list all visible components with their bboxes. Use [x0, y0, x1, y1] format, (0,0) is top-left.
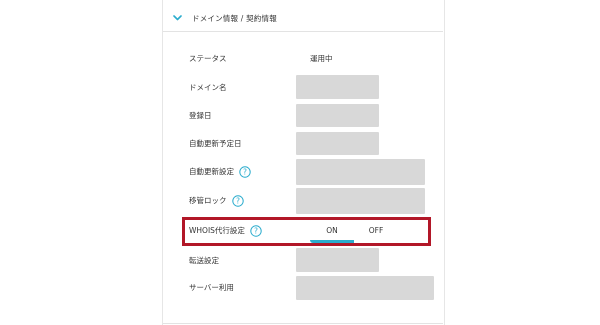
label-renewal-date: 自動更新予定日: [189, 139, 242, 148]
divider: [163, 323, 443, 324]
row-status: ステータス 運用中: [163, 46, 443, 71]
section-title: ドメイン情報 / 契約情報: [192, 13, 277, 23]
section-header[interactable]: ドメイン情報 / 契約情報: [163, 5, 443, 32]
redacted-renewal-date: [296, 132, 379, 155]
label-transfer-lock: 移管ロック ?: [189, 188, 244, 213]
redacted-server: [296, 276, 434, 300]
question-circle-icon[interactable]: ?: [239, 165, 251, 178]
label-status: ステータス: [189, 54, 227, 63]
label-auto-renew-text: 自動更新設定: [189, 167, 234, 176]
chevron-down-icon[interactable]: [172, 13, 182, 23]
svg-text:?: ?: [236, 196, 240, 205]
highlight-box: [182, 217, 431, 246]
label-registered: 登録日: [189, 111, 212, 120]
redacted-auto-renew: [296, 159, 425, 185]
label-auto-renew: 自動更新設定 ?: [189, 159, 251, 184]
redacted-registered: [296, 104, 379, 127]
redacted-forwarding: [296, 248, 379, 272]
label-transfer-lock-text: 移管ロック: [189, 196, 227, 205]
label-forwarding: 転送設定: [189, 256, 219, 265]
label-server: サーバー利用: [189, 283, 234, 292]
question-circle-icon[interactable]: ?: [231, 194, 244, 207]
page: ドメイン情報 / 契約情報 ステータス 運用中 ドメイン名 登録日 自動更新予定…: [0, 0, 600, 325]
redacted-transfer-lock: [296, 188, 425, 214]
label-domain-name: ドメイン名: [189, 83, 227, 92]
svg-text:?: ?: [243, 167, 247, 176]
redacted-domain-name: [296, 75, 379, 99]
value-status: 運用中: [310, 54, 333, 63]
